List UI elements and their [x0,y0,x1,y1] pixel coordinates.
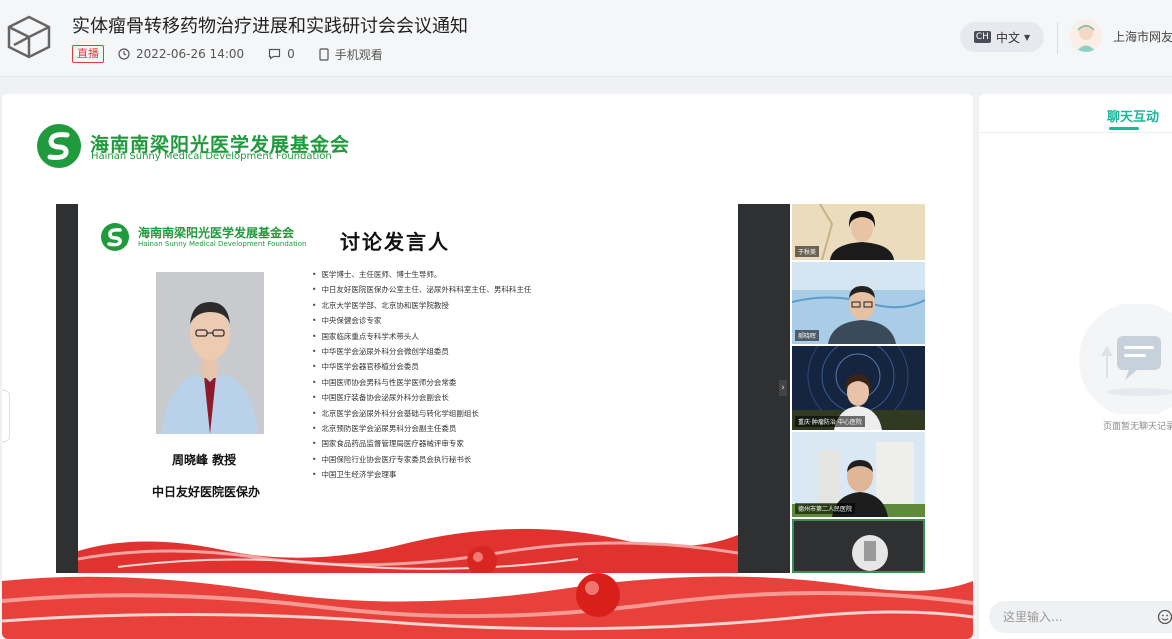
language-selector[interactable]: CH 中文 ▼ [960,22,1044,52]
phone-icon [319,47,329,61]
start-time: 2022-06-26 14:00 [118,47,244,61]
credential-item: 北京大学医学部、北京协和医学院教授 [312,298,531,313]
emoji-icon[interactable] [1157,609,1172,625]
language-code: CH [973,31,991,43]
mobile-watch-text: 手机观看 [334,47,383,62]
participant-name: 郝晓晖 [795,330,820,341]
slide-title: 讨论发言人 [340,230,450,254]
page-title: 实体瘤骨转移药物治疗进展和实践研讨会会议通知 [72,16,468,37]
shared-slide: 海南南梁阳光医学发展基金会 Hainan Sunny Medical Devel… [56,204,925,573]
speaker-organization: 中日友好医院医保办 [152,485,261,499]
credential-item: 医学博士、主任医师、博士生导师。 [312,267,531,282]
slide-content: 海南南梁阳光医学发展基金会 Hainan Sunny Medical Devel… [78,204,738,573]
participant-tiles: 于秋美 郝晓晖 重庆·肿瘤防治·中心医院 德州市第二人民医院 [792,204,925,573]
speaker-portrait-icon [156,272,264,434]
slide-foundation-cn: 海南南梁阳光医学发展基金会 [138,226,295,240]
platform-logo-icon [7,15,51,59]
user-avatar-icon [1070,20,1102,52]
slide-foundation-en: Hainan Sunny Medical Development Foundat… [138,240,307,248]
credential-item: 中华医学会泌尿外科分会微创学组委员 [312,344,531,359]
start-time-text: 2022-06-26 14:00 [136,47,245,61]
bottom-red-wave-decoration [2,573,973,639]
header-divider [1057,22,1058,54]
chevron-down-icon: ▼ [1023,32,1031,42]
credential-item: 中央保健会诊专家 [312,313,531,328]
participant-tile[interactable]: 德州市第二人民医院 [792,432,925,517]
language-label: 中文 [995,30,1020,45]
foundation-name-en: Hainan Sunny Medical Development Foundat… [91,151,332,162]
speaker-photo [156,272,264,434]
side-collapse-handle[interactable] [2,390,10,442]
speaker-name: 周晓峰 教授 [172,453,237,467]
empty-chat-icon [1079,304,1172,414]
avatar[interactable] [1070,20,1102,52]
chevron-right-icon[interactable]: › [779,380,787,396]
slide-red-wave-decoration [78,528,738,573]
slide-left-bar [56,204,78,573]
credential-item: 中日友好医院医保办公室主任、泌尿外科科室主任、男科科主任 [312,282,531,297]
credential-item: 北京预防医学会泌尿男科分会副主任委员 [312,421,531,436]
slide-divider-bar: › [738,204,790,573]
credential-item: 中国医疗装备协会泌尿外科分会副会长 [312,390,531,405]
credential-item: 中国卫生经济学会理事 [312,467,531,482]
credential-item: 北京医学会泌尿外科分会基础与转化学组副组长 [312,406,531,421]
credential-item: 国家食品药品监督管理局医疗器械评审专家 [312,436,531,451]
tab-chat-interaction[interactable]: 聊天互动 [1107,106,1159,125]
active-tab-indicator [1109,127,1139,130]
live-video-player[interactable]: 海南南梁阳光医学发展基金会 Hainan Sunny Medical Devel… [2,94,973,639]
chat-message-input[interactable] [1003,601,1133,633]
empty-chat-text: 页面暂无聊天记录 [1103,422,1172,432]
speaker-credentials: 医学博士、主任医师、博士生导师。 中日友好医院医保办公室主任、泌尿外科科室主任、… [312,267,531,482]
chat-panel: 聊天互动 页面暂无聊天记录 [979,94,1172,639]
chat-divider [979,132,1172,133]
participant-name: 于秋美 [795,246,820,257]
slide-foundation-logo-icon [101,223,129,251]
comment-count-text: 0 [287,47,295,61]
chat-input-box[interactable] [989,601,1172,633]
participant-tile[interactable]: 重庆·肿瘤防治·中心医院 [792,346,925,430]
participant-tile[interactable]: 于秋美 [792,204,925,260]
comment-icon [269,48,281,60]
live-badge: 直播 [72,45,104,63]
meta-row: 直播 2022-06-26 14:00 0 手机观看 [72,44,407,64]
comment-count[interactable]: 0 [268,47,295,61]
participant-name: 重庆·肿瘤防治·中心医院 [795,416,865,427]
credential-item: 国家临床重点专科学术带头人 [312,329,531,344]
clock-icon [118,48,130,60]
foundation-logo-icon [37,124,81,168]
participant-name: 德州市第二人民医院 [795,503,856,514]
participant-tile[interactable] [792,519,925,573]
top-header: 实体瘤骨转移药物治疗进展和实践研讨会会议通知 直播 2022-06-26 14:… [0,0,1172,77]
credential-item: 中华医学会器官移植分会委员 [312,359,531,374]
participant-tile[interactable]: 郝晓晖 [792,262,925,344]
credential-item: 中国医师协会男科与性医学医师分会常委 [312,375,531,390]
participant-video [792,519,925,573]
mobile-watch-link[interactable]: 手机观看 [319,46,383,63]
credential-item: 中国保险行业协会医疗专家委员会执行秘书长 [312,452,531,467]
user-name: 上海市网友 [1113,30,1172,44]
